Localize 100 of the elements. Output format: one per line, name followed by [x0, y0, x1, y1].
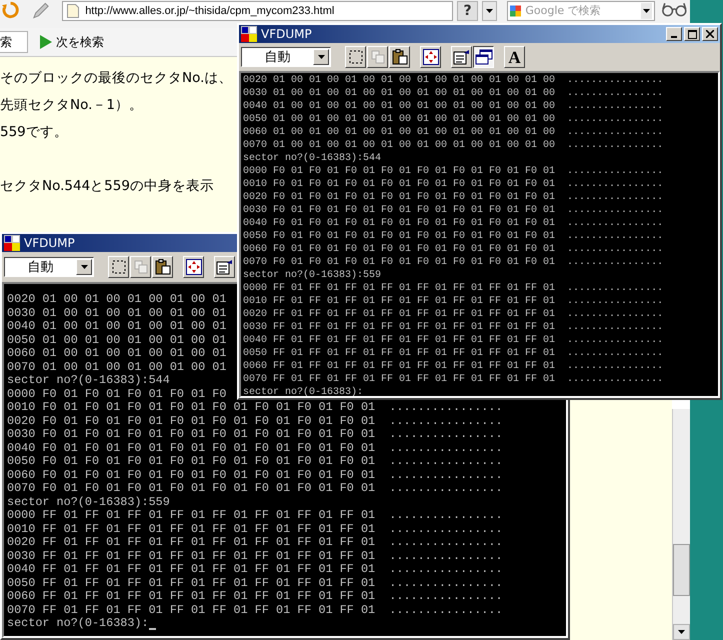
console-line: 0010 F0 01 F0 01 F0 01 F0 01 F0 01 F0 01 F0 01 F0 01 ................: [243, 178, 664, 191]
console-line: 0030 01 00 01 00 01 00 01 00 01 00 01 00 01 00 01 00 ................: [243, 87, 664, 100]
clipboard-icon: [154, 259, 170, 275]
console-line: 0050 01 00 01 00 01 00 01 00 01 00 01 00 01 00 01 00 ................: [243, 113, 664, 126]
find-text: 索: [0, 34, 12, 51]
selection-icon: [348, 50, 362, 64]
dropdown-button[interactable]: [482, 1, 498, 21]
console-line: 0070 FF 01 FF 01 FF 01 FF 01 FF 01 FF 01 FF 01 FF 01 ................: [243, 373, 664, 386]
mode-dropdown[interactable]: 自動: [4, 257, 94, 277]
maximize-icon: [688, 30, 696, 38]
console-line: 0060 F0 01 F0 01 F0 01 F0 01 F0 01 F0 01 F0 01 F0 01 ................: [7, 468, 503, 482]
console-line: 0030 01 00 01 00 01 00 01 00 01: [7, 306, 226, 320]
console-line: 0060 01 00 01 00 01 00 01 00 01: [7, 347, 226, 360]
console-line: sector no?(0-16383):544: [243, 152, 382, 165]
ms-dos-icon: [241, 26, 257, 42]
console-line: 0030 FF 01 FF 01 FF 01 FF 01 FF 01 FF 01 FF 01 FF 01 ................: [243, 321, 664, 334]
console-line: 0040 01 00 01 00 01 00 01 00 01: [7, 320, 226, 334]
fullscreen-icon: [186, 259, 202, 275]
console-line: 0070 F0 01 F0 01 F0 01 F0 01 F0 01 F0 01 F0 01 F0 01 ................: [7, 482, 503, 496]
console-line: sector no?(0-16383):544: [7, 374, 170, 388]
search-input[interactable]: Google で検索: [525, 2, 638, 20]
caret-icon: [486, 9, 494, 13]
console-line: 0050 F0 01 F0 01 F0 01 F0 01 F0 01 F0 01 F0 01 F0 01 ................: [7, 455, 503, 468]
console-line: sector no?(0-16383):559: [243, 269, 382, 282]
console-line: 0060 F0 01 F0 01 F0 01 F0 01 F0 01 F0 01 F0 01 F0 01 ................: [243, 243, 664, 256]
console-line: 0050 01 00 01 00 01 00 01 00 01: [7, 334, 226, 347]
help-button[interactable]: ?: [456, 1, 478, 21]
text-line: セクタNo.544と559の中身を表示: [0, 177, 214, 196]
console-line: 0020 01 00 01 00 01 00 01 00 01: [7, 293, 226, 306]
window-title: VFDUMP: [24, 237, 75, 249]
mode-value: 自動: [26, 260, 54, 274]
properties-icon: [216, 259, 234, 275]
console-line: 0040 FF 01 FF 01 FF 01 FF 01 FF 01 FF 01 FF 01 FF 01 ................: [243, 334, 664, 347]
caret-icon: [643, 9, 650, 13]
windows-icon: [474, 49, 492, 65]
console-line: 0050 FF 01 FF 01 FF 01 FF 01 FF 01 FF 01 FF 01 FF 01 ................: [7, 576, 503, 590]
selection-icon: [112, 260, 126, 274]
console-line: 0020 F0 01 F0 01 F0 01 F0 01 F0 01 F0 01 F0 01 F0 01 ................: [243, 191, 664, 204]
console-line: 0050 FF 01 FF 01 FF 01 FF 01 FF 01 FF 01 FF 01 FF 01 ................: [243, 347, 664, 360]
font-button[interactable]: A: [504, 46, 525, 68]
pencil-icon[interactable]: [31, 1, 50, 21]
console-line: 0000 F0 01 F0 01 F0 01 F0 01 F0 01 F0 01 F0 01 F0 01 ................: [243, 165, 664, 178]
mode-dropdown[interactable]: 自動: [241, 47, 331, 67]
console-line: 0050 F0 01 F0 01 F0 01 F0 01 F0 01 F0 01 F0 01 F0 01 ................: [243, 230, 664, 243]
find-field[interactable]: 索: [0, 31, 28, 53]
console-line: 0010 F0 01 F0 01 F0 01 F0 01 F0 01 F0 01 F0 01 F0 01 ................: [7, 401, 503, 414]
console-line: sector no?(0-16383):: [7, 617, 149, 630]
text-line: そのブロックの最後のセクタNo.は、: [0, 69, 232, 88]
console-line: 0000 FF 01 FF 01 FF 01 FF 01 FF 01 FF 01 FF 01 FF 01 ................: [243, 282, 664, 295]
console-line: sector no?(0-16383):: [243, 386, 364, 396]
console-line: 0040 F0 01 F0 01 F0 01 F0 01 F0 01 F0 01 F0 01 F0 01 ................: [7, 442, 503, 455]
caret-icon: [678, 630, 685, 634]
console-line: 0040 F0 01 F0 01 F0 01 F0 01 F0 01 F0 01 F0 01 F0 01 ................: [243, 217, 664, 230]
console-line: 0040 FF 01 FF 01 FF 01 FF 01 FF 01 FF 01 FF 01 FF 01 ................: [7, 563, 503, 576]
console-line: 0070 F0 01 F0 01 F0 01 F0 01 F0 01 F0 01 F0 01 F0 01 ................: [243, 256, 664, 269]
scroll-down-button[interactable]: [673, 624, 690, 640]
fullscreen-icon: [422, 49, 438, 65]
console-line: 0060 FF 01 FF 01 FF 01 FF 01 FF 01 FF 01 FF 01 FF 01 ................: [7, 590, 503, 604]
dropdown-button[interactable]: [641, 3, 652, 19]
mode-value: 自動: [264, 50, 292, 64]
console-line: 0060 01 00 01 00 01 00 01 00 01 00 01 00 01 00 01 00 ................: [243, 126, 664, 139]
console-line: 0070 01 00 01 00 01 00 01 00 01: [7, 360, 226, 374]
console-line: 0000 F0 01 F0 01 F0 01 F0 01 F0: [7, 388, 226, 401]
url-text: http://www.alles.or.jp/~thisida/cpm_mycom233.html: [85, 4, 334, 19]
address-field[interactable]: http://www.alles.or.jp/~thisida/cpm_mycom233.html: [62, 1, 453, 21]
toolbar-button[interactable]: [473, 46, 494, 68]
console-line: 0060 FF 01 FF 01 FF 01 FF 01 FF 01 FF 01 FF 01 FF 01 ................: [243, 360, 664, 373]
search-field[interactable]: Google で検索: [507, 1, 656, 21]
minimize-button[interactable]: [666, 27, 682, 41]
copy-icon: [370, 50, 384, 64]
console-line: 0020 FF 01 FF 01 FF 01 FF 01 FF 01 FF 01 FF 01 FF 01 ................: [7, 536, 503, 550]
console-line: 0020 F0 01 F0 01 F0 01 F0 01 F0 01 F0 01 F0 01 F0 01 ................: [7, 414, 503, 428]
glasses-icon[interactable]: [661, 1, 688, 17]
close-button[interactable]: [702, 27, 718, 41]
console-line: 0070 FF 01 FF 01 FF 01 FF 01 FF 01 FF 01 FF 01 FF 01 ................: [7, 604, 503, 617]
console-line: 0040 01 00 01 00 01 00 01 00 01 00 01 00 01 00 01 00 ................: [243, 100, 664, 113]
console-line: 0030 FF 01 FF 01 FF 01 FF 01 FF 01 FF 01 FF 01 FF 01 ................: [7, 550, 503, 563]
console-line: 0030 F0 01 F0 01 F0 01 F0 01 F0 01 F0 01 F0 01 F0 01 ................: [7, 428, 503, 442]
close-icon: [706, 30, 714, 38]
scrollbar-thumb[interactable]: [673, 544, 690, 596]
console-line: 0070 01 00 01 00 01 00 01 00 01 00 01 00 01 00 01 00 ................: [243, 139, 664, 152]
find-next-button[interactable]: 次を検索: [38, 31, 106, 53]
console-line: 0000 FF 01 FF 01 FF 01 FF 01 FF 01 FF 01 FF 01 FF 01 ................: [7, 509, 503, 522]
text-line: 先頭セクタNo.－1）。: [0, 96, 144, 115]
play-icon: [40, 35, 52, 49]
page-icon: [67, 4, 80, 18]
colored-squares-icon: [510, 4, 522, 18]
ms-dos-icon: [4, 235, 20, 251]
caret-icon: [80, 265, 88, 269]
text-line: 559です。: [0, 123, 68, 142]
maximize-button[interactable]: [684, 27, 700, 41]
window-title: VFDUMP: [261, 28, 312, 40]
copy-icon: [134, 260, 148, 274]
console-line: 0010 FF 01 FF 01 FF 01 FF 01 FF 01 FF 01 FF 01 FF 01 ................: [7, 522, 503, 536]
console-line: 0030 F0 01 F0 01 F0 01 F0 01 F0 01 F0 01 F0 01 F0 01 ................: [243, 204, 664, 217]
console-line: sector no?(0-16383):559: [7, 496, 170, 509]
console-line: 0010 FF 01 FF 01 FF 01 FF 01 FF 01 FF 01 FF 01 FF 01 ................: [243, 295, 664, 308]
console-line: 0020 FF 01 FF 01 FF 01 FF 01 FF 01 FF 01 FF 01 FF 01 ................: [243, 308, 664, 321]
clipboard-icon: [392, 49, 408, 65]
properties-icon: [452, 49, 470, 65]
